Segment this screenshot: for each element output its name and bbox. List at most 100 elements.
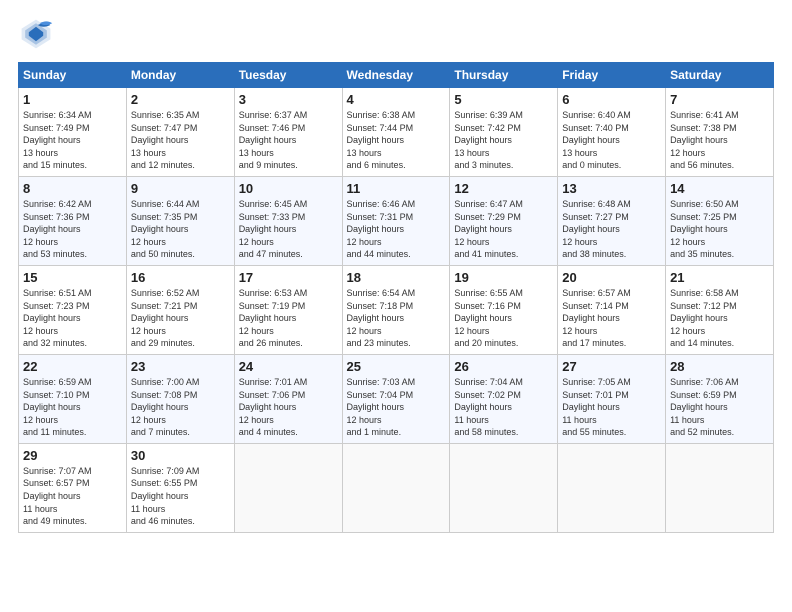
day-cell: 19 Sunrise: 6:55 AMSunset: 7:16 PMDayligh… [450,265,558,354]
day-detail: Sunrise: 7:09 AMSunset: 6:55 PMDaylight … [131,465,230,528]
col-header-tuesday: Tuesday [234,63,342,88]
day-detail: Sunrise: 6:44 AMSunset: 7:35 PMDaylight … [131,198,230,261]
day-detail: Sunrise: 7:06 AMSunset: 6:59 PMDaylight … [670,376,769,439]
day-detail: Sunrise: 6:40 AMSunset: 7:40 PMDaylight … [562,109,661,172]
day-number: 4 [347,92,446,107]
day-cell: 18 Sunrise: 6:54 AMSunset: 7:18 PMDayligh… [342,265,450,354]
logo-icon [18,16,54,52]
day-cell: 28Sunrise: 7:06 AMSunset: 6:59 PMDayligh… [666,354,774,443]
week-row-5: 29 Sunrise: 7:07 AMSunset: 6:57 PMDayligh… [19,443,774,532]
day-cell: 8 Sunrise: 6:42 AMSunset: 7:36 PMDaylight… [19,176,127,265]
day-number: 8 [23,181,122,196]
day-number: 11 [347,181,446,196]
day-detail: Sunrise: 6:51 AMSunset: 7:23 PMDaylight … [23,287,122,350]
col-header-saturday: Saturday [666,63,774,88]
day-detail: Sunrise: 7:00 AMSunset: 7:08 PMDaylight … [131,376,230,439]
day-number: 6 [562,92,661,107]
day-number: 22 [23,359,122,374]
day-detail: Sunrise: 6:45 AMSunset: 7:33 PMDaylight … [239,198,338,261]
day-number: 29 [23,448,122,463]
day-detail: Sunrise: 6:48 AMSunset: 7:27 PMDaylight … [562,198,661,261]
day-cell: 5 Sunrise: 6:39 AMSunset: 7:42 PMDaylight… [450,88,558,177]
day-detail: Sunrise: 6:53 AMSunset: 7:19 PMDaylight … [239,287,338,350]
day-cell: 21Sunrise: 6:58 AMSunset: 7:12 PMDayligh… [666,265,774,354]
day-cell: 17 Sunrise: 6:53 AMSunset: 7:19 PMDayligh… [234,265,342,354]
week-row-3: 15 Sunrise: 6:51 AMSunset: 7:23 PMDayligh… [19,265,774,354]
day-detail: Sunrise: 6:55 AMSunset: 7:16 PMDaylight … [454,287,553,350]
day-detail: Sunrise: 6:46 AMSunset: 7:31 PMDaylight … [347,198,446,261]
day-cell: 22 Sunrise: 6:59 AMSunset: 7:10 PMDayligh… [19,354,127,443]
day-detail: Sunrise: 6:35 AMSunset: 7:47 PMDaylight … [131,109,230,172]
col-header-friday: Friday [558,63,666,88]
day-cell: 2 Sunrise: 6:35 AMSunset: 7:47 PMDaylight… [126,88,234,177]
col-header-wednesday: Wednesday [342,63,450,88]
day-detail: Sunrise: 6:59 AMSunset: 7:10 PMDaylight … [23,376,122,439]
day-cell: 20 Sunrise: 6:57 AMSunset: 7:14 PMDayligh… [558,265,666,354]
day-cell: 9 Sunrise: 6:44 AMSunset: 7:35 PMDaylight… [126,176,234,265]
calendar-table: SundayMondayTuesdayWednesdayThursdayFrid… [18,62,774,533]
day-cell: 16 Sunrise: 6:52 AMSunset: 7:21 PMDayligh… [126,265,234,354]
day-detail: Sunrise: 6:41 AMSunset: 7:38 PMDaylight … [670,109,769,172]
day-number: 10 [239,181,338,196]
day-cell: 4Sunrise: 6:38 AMSunset: 7:44 PMDaylight… [342,88,450,177]
day-number: 23 [131,359,230,374]
day-number: 25 [347,359,446,374]
day-detail: Sunrise: 7:07 AMSunset: 6:57 PMDaylight … [23,465,122,528]
day-cell [666,443,774,532]
day-cell: 27 Sunrise: 7:05 AMSunset: 7:01 PMDayligh… [558,354,666,443]
day-number: 26 [454,359,553,374]
day-cell: 3 Sunrise: 6:37 AMSunset: 7:46 PMDaylight… [234,88,342,177]
day-cell: 26 Sunrise: 7:04 AMSunset: 7:02 PMDayligh… [450,354,558,443]
day-number: 16 [131,270,230,285]
day-number: 3 [239,92,338,107]
day-number: 2 [131,92,230,107]
page: SundayMondayTuesdayWednesdayThursdayFrid… [0,0,792,612]
day-number: 21 [670,270,769,285]
day-number: 13 [562,181,661,196]
day-detail: Sunrise: 6:52 AMSunset: 7:21 PMDaylight … [131,287,230,350]
day-number: 18 [347,270,446,285]
day-number: 12 [454,181,553,196]
day-number: 7 [670,92,769,107]
day-cell: 29 Sunrise: 7:07 AMSunset: 6:57 PMDayligh… [19,443,127,532]
day-number: 24 [239,359,338,374]
day-detail: Sunrise: 6:54 AMSunset: 7:18 PMDaylight … [347,287,446,350]
day-cell [342,443,450,532]
day-cell [234,443,342,532]
header [18,16,774,52]
day-number: 27 [562,359,661,374]
day-cell: 10 Sunrise: 6:45 AMSunset: 7:33 PMDayligh… [234,176,342,265]
day-number: 1 [23,92,122,107]
day-number: 5 [454,92,553,107]
week-row-1: 1 Sunrise: 6:34 AMSunset: 7:49 PMDaylight… [19,88,774,177]
day-detail: Sunrise: 7:03 AMSunset: 7:04 PMDaylight … [347,376,446,439]
day-number: 30 [131,448,230,463]
day-cell [558,443,666,532]
day-number: 9 [131,181,230,196]
day-cell: 11 Sunrise: 6:46 AMSunset: 7:31 PMDayligh… [342,176,450,265]
day-number: 17 [239,270,338,285]
day-detail: Sunrise: 7:05 AMSunset: 7:01 PMDaylight … [562,376,661,439]
day-cell: 13 Sunrise: 6:48 AMSunset: 7:27 PMDayligh… [558,176,666,265]
day-detail: Sunrise: 6:57 AMSunset: 7:14 PMDaylight … [562,287,661,350]
col-header-sunday: Sunday [19,63,127,88]
day-detail: Sunrise: 6:34 AMSunset: 7:49 PMDaylight … [23,109,122,172]
day-detail: Sunrise: 6:50 AMSunset: 7:25 PMDaylight … [670,198,769,261]
day-number: 19 [454,270,553,285]
day-detail: Sunrise: 7:01 AMSunset: 7:06 PMDaylight … [239,376,338,439]
day-detail: Sunrise: 7:04 AMSunset: 7:02 PMDaylight … [454,376,553,439]
day-cell: 6 Sunrise: 6:40 AMSunset: 7:40 PMDaylight… [558,88,666,177]
day-cell: 25 Sunrise: 7:03 AMSunset: 7:04 PMDayligh… [342,354,450,443]
day-cell: 15 Sunrise: 6:51 AMSunset: 7:23 PMDayligh… [19,265,127,354]
logo [18,16,60,52]
day-number: 20 [562,270,661,285]
day-detail: Sunrise: 6:37 AMSunset: 7:46 PMDaylight … [239,109,338,172]
day-number: 15 [23,270,122,285]
day-cell [450,443,558,532]
day-detail: Sunrise: 6:42 AMSunset: 7:36 PMDaylight … [23,198,122,261]
day-detail: Sunrise: 6:47 AMSunset: 7:29 PMDaylight … [454,198,553,261]
col-header-thursday: Thursday [450,63,558,88]
day-cell: 14Sunrise: 6:50 AMSunset: 7:25 PMDayligh… [666,176,774,265]
day-detail: Sunrise: 6:39 AMSunset: 7:42 PMDaylight … [454,109,553,172]
day-cell: 1 Sunrise: 6:34 AMSunset: 7:49 PMDaylight… [19,88,127,177]
